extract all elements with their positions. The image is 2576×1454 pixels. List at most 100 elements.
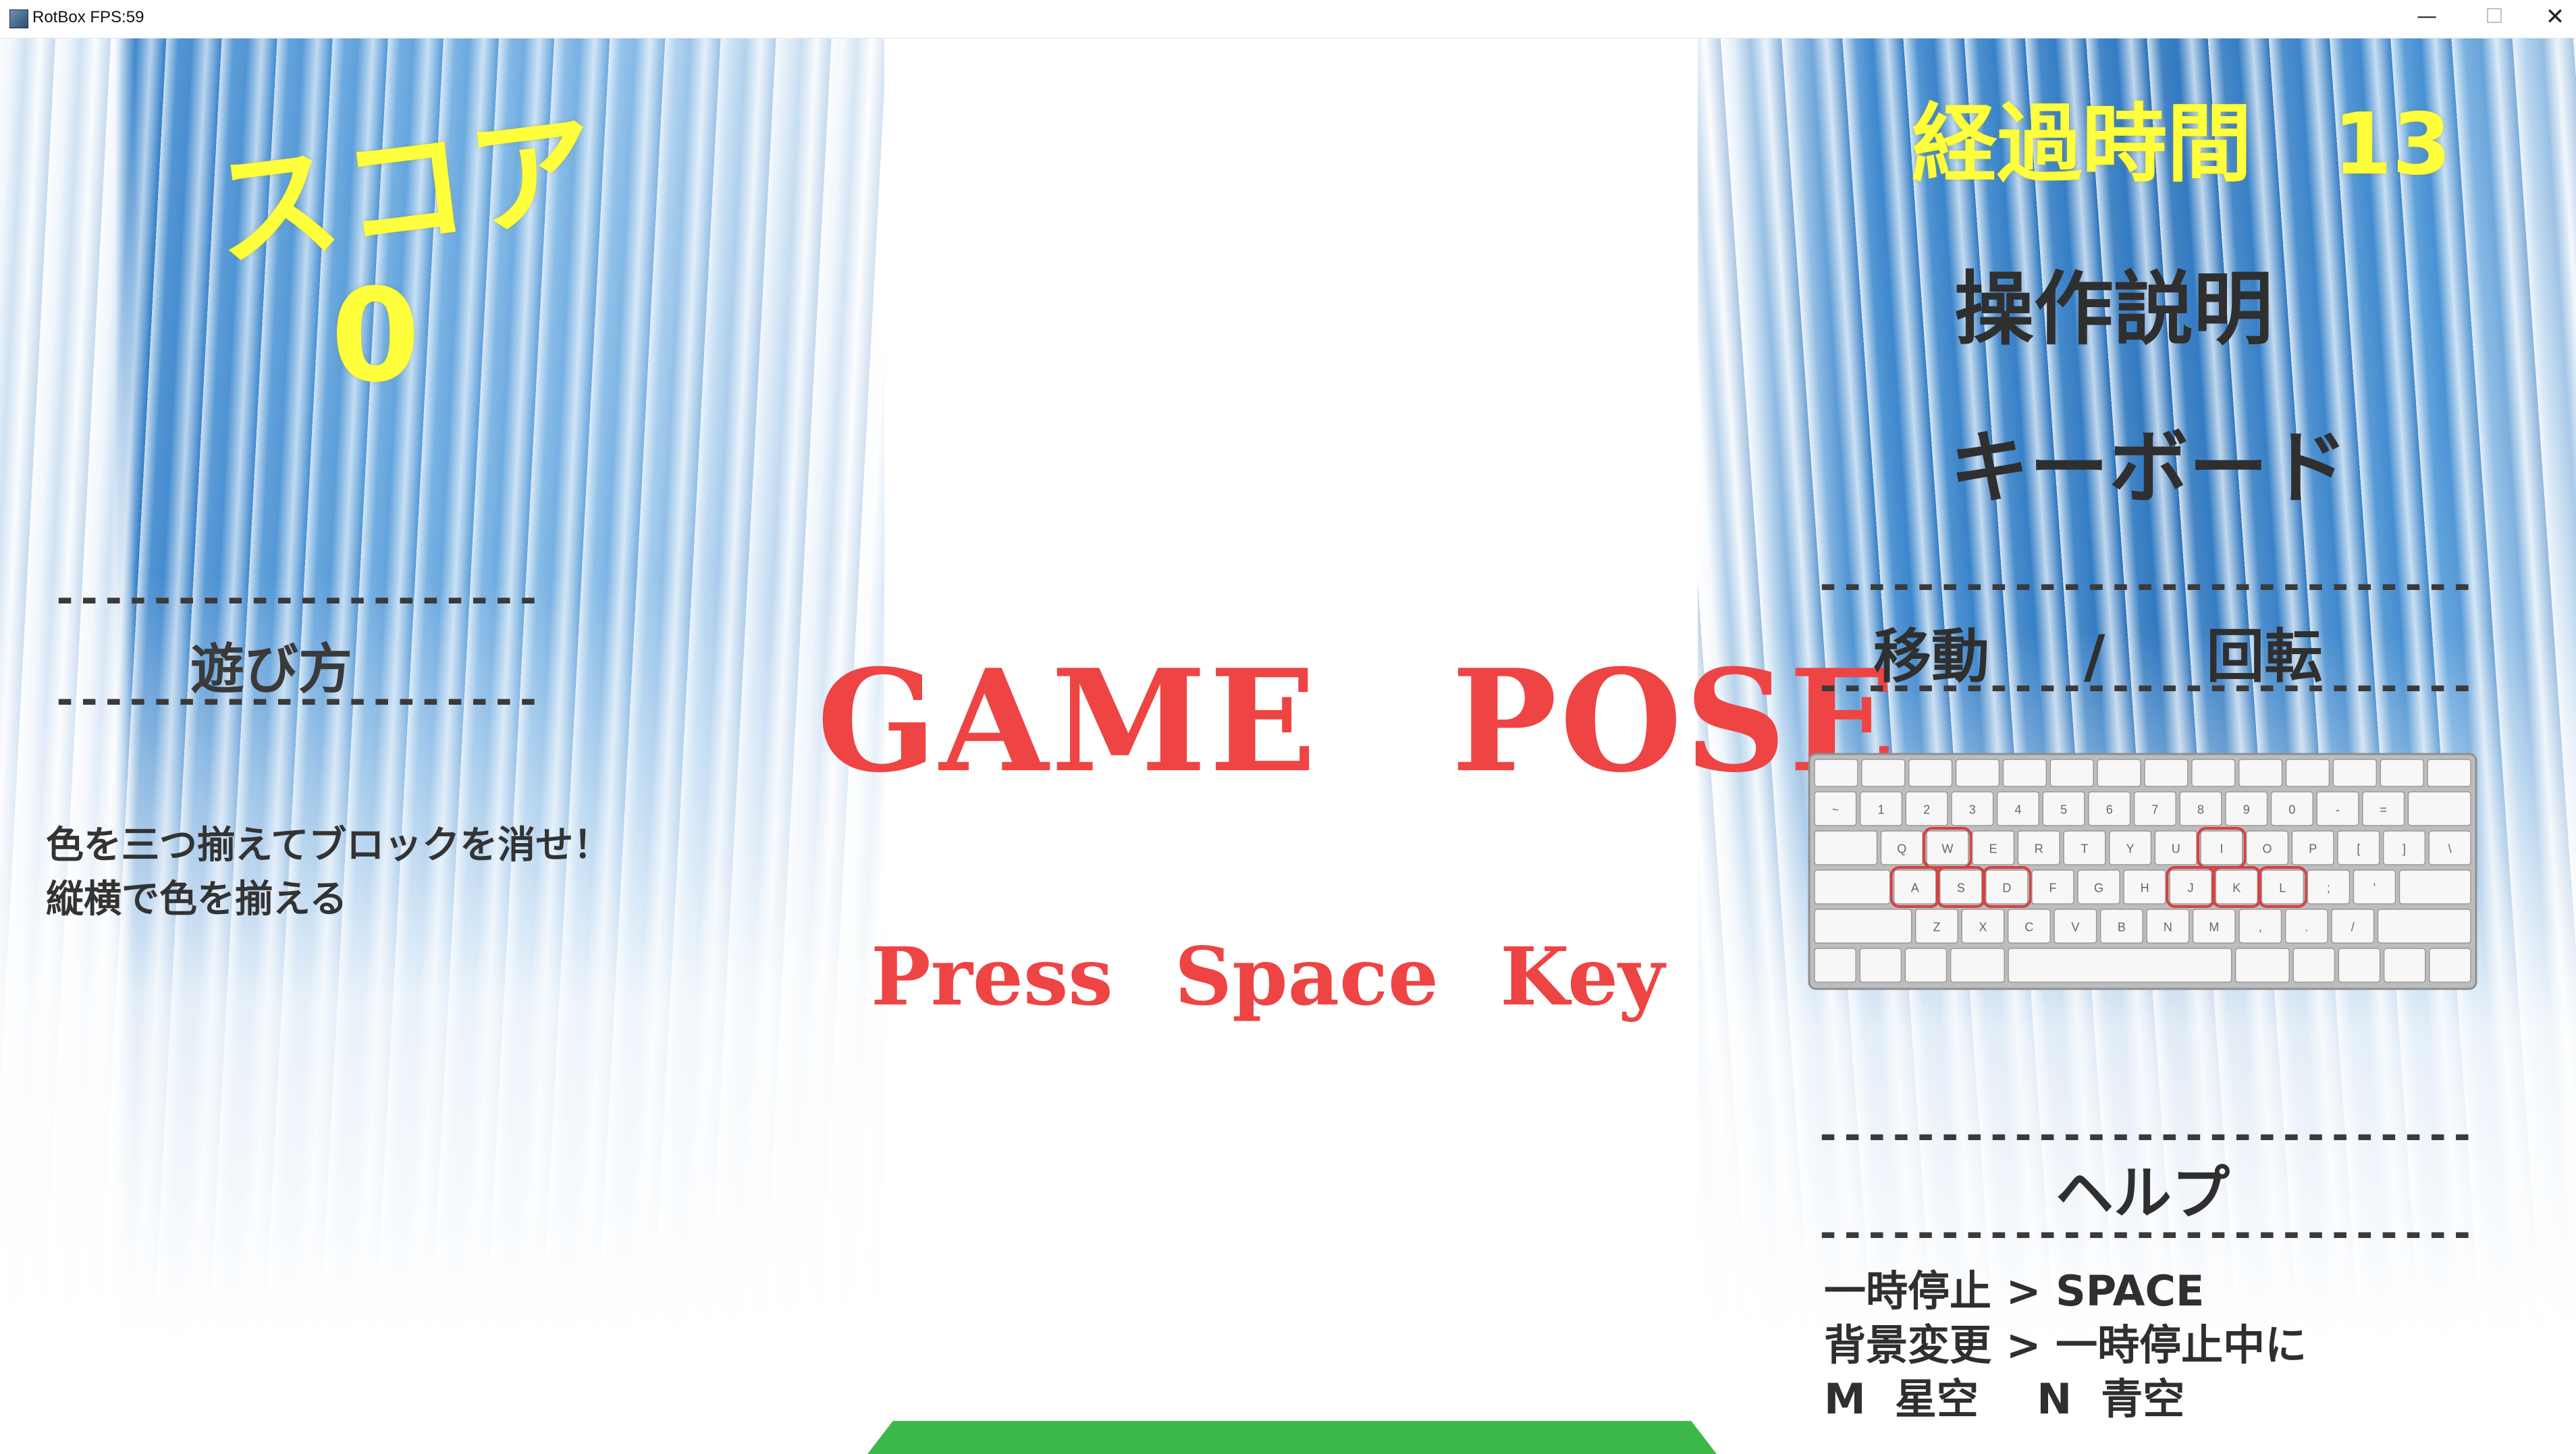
howto-text-line2: 縦横で色を揃える	[46, 878, 348, 921]
keyboard-key	[2338, 948, 2381, 983]
howto-divider-top: --------------------	[53, 575, 539, 622]
keyboard-key	[1814, 948, 1856, 983]
svg-text:,: ,	[2259, 921, 2262, 934]
keyboard-key	[2398, 869, 2471, 905]
keyboard-key: S	[1935, 866, 1986, 908]
keyboard-key	[2097, 759, 2141, 787]
svg-text:\: \	[2448, 842, 2452, 856]
keyboard-key: /	[2331, 909, 2375, 944]
svg-text:4: 4	[2014, 803, 2021, 817]
svg-text:G: G	[2094, 882, 2103, 895]
elapsed-time-label: 経過時間	[1912, 95, 2252, 194]
keyboard-key	[2191, 759, 2236, 787]
pause-title: GAME POSE	[817, 639, 1899, 804]
svg-text:P: P	[2309, 842, 2317, 856]
keyboard-key	[1955, 759, 2000, 787]
keyboard-key	[1904, 948, 1948, 983]
keyboard-key	[1814, 869, 1891, 905]
app-icon	[9, 9, 28, 28]
keyboard-key: G	[2077, 869, 2120, 905]
keyboard-key: 8	[2179, 791, 2222, 826]
keyboard-key	[1908, 759, 1953, 787]
keyboard-key: ,	[2238, 909, 2282, 944]
controls-divider-top: ---------------------------	[1816, 562, 2475, 609]
keyboard-key: V	[2054, 909, 2097, 944]
svg-text:W: W	[1941, 842, 1953, 856]
svg-text:H: H	[2141, 882, 2149, 895]
keyboard-key	[2238, 759, 2283, 787]
keyboard-key: 9	[2225, 791, 2268, 826]
help-background-line: 背景変更 > 一時停止中に	[1824, 1320, 2307, 1370]
keyboard-key: H	[2123, 869, 2166, 905]
keyboard-key: 0	[2270, 791, 2313, 826]
keyboard-key: P	[2291, 830, 2334, 865]
keyboard-key	[2292, 948, 2336, 983]
controls-title: 操作説明	[1954, 263, 2274, 356]
keyboard-key	[2234, 948, 2290, 983]
playfield-floor	[867, 1421, 1717, 1454]
keyboard-key	[2144, 759, 2189, 787]
controls-divider-bottom: ---------------------------	[1816, 663, 2475, 710]
keyboard-key: K	[2211, 866, 2262, 908]
keyboard-key: Q	[1880, 830, 1923, 865]
keyboard-key: D	[1981, 866, 2032, 908]
svg-text:J: J	[2188, 882, 2194, 895]
svg-text:-: -	[2336, 803, 2340, 817]
keyboard-key: A	[1889, 866, 1940, 908]
keyboard-key: ]	[2382, 830, 2426, 865]
keyboard-key: 4	[1996, 791, 2040, 826]
close-button[interactable]: ✕	[2518, 0, 2576, 38]
keyboard-key: Z	[1914, 909, 1958, 944]
keyboard-key: -	[2316, 791, 2359, 826]
svg-text:5: 5	[2060, 803, 2067, 817]
svg-text:D: D	[2002, 882, 2011, 895]
keyboard-key	[2380, 759, 2424, 787]
pause-prompt: Press Space Key	[871, 930, 1665, 1023]
svg-text:.: .	[2305, 921, 2308, 934]
keyboard-key: C	[2007, 909, 2051, 944]
keyboard-key: 3	[1951, 791, 1994, 826]
svg-text:V: V	[2071, 921, 2079, 934]
svg-text:M: M	[2209, 921, 2219, 934]
keyboard-key: W	[1923, 827, 1973, 869]
keyboard-key: I	[2197, 827, 2247, 869]
keyboard-key: [	[2337, 830, 2380, 865]
svg-text:B: B	[2118, 921, 2126, 934]
help-divider-bottom: ---------------------------	[1816, 1210, 2475, 1257]
svg-text:N: N	[2164, 921, 2172, 934]
keyboard-key	[1861, 759, 1906, 787]
howto-divider-bottom: --------------------	[53, 676, 539, 724]
keyboard-key	[1859, 948, 1902, 983]
keyboard-key: 7	[2133, 791, 2176, 826]
keyboard-key	[1814, 759, 1858, 787]
keyboard-key: 1	[1859, 791, 1903, 826]
help-background-options: M 星空 N 青空	[1824, 1374, 2185, 1424]
keyboard-key: B	[2099, 909, 2143, 944]
game-canvas[interactable]: スコア 0 -------------------- 遊び方 ---------…	[0, 38, 2576, 1454]
window-title-bar: RotBox FPS:59 — ☐ ✕	[0, 0, 2576, 38]
svg-text:U: U	[2172, 842, 2180, 856]
svg-text:]: ]	[2403, 842, 2406, 856]
keyboard-key	[2383, 948, 2426, 983]
svg-text:T: T	[2081, 842, 2088, 856]
keyboard-key: N	[2146, 909, 2190, 944]
keyboard-key: J	[2166, 866, 2216, 908]
score-value: 0	[331, 261, 421, 410]
help-pause-line: 一時停止 > SPACE	[1824, 1266, 2205, 1316]
keyboard-image: ~1 2 3 4 5 6 7 8 9 0 - = Q W E R T Y U I O P [] \ A S D F G H J K L; ' Z X C…	[1808, 753, 2477, 990]
keyboard-key: F	[2031, 869, 2074, 905]
svg-text:I: I	[2220, 842, 2223, 856]
svg-text:L: L	[2279, 882, 2286, 895]
svg-text:1: 1	[1877, 803, 1884, 817]
svg-text:S: S	[1957, 882, 1965, 895]
keyboard-key: O	[2245, 830, 2289, 865]
svg-text:2: 2	[1923, 803, 1930, 817]
howto-text-line1: 色を三つ揃えてブロックを消せ！	[46, 824, 612, 867]
svg-text:Z: Z	[1933, 921, 1940, 934]
keyboard-key: .	[2284, 909, 2328, 944]
svg-text:C: C	[2024, 921, 2033, 934]
keyboard-key	[1814, 909, 1912, 944]
window-title: RotBox FPS:59	[32, 8, 144, 26]
minimize-button[interactable]: —	[2390, 0, 2464, 38]
keyboard-key: ;	[2307, 869, 2351, 905]
